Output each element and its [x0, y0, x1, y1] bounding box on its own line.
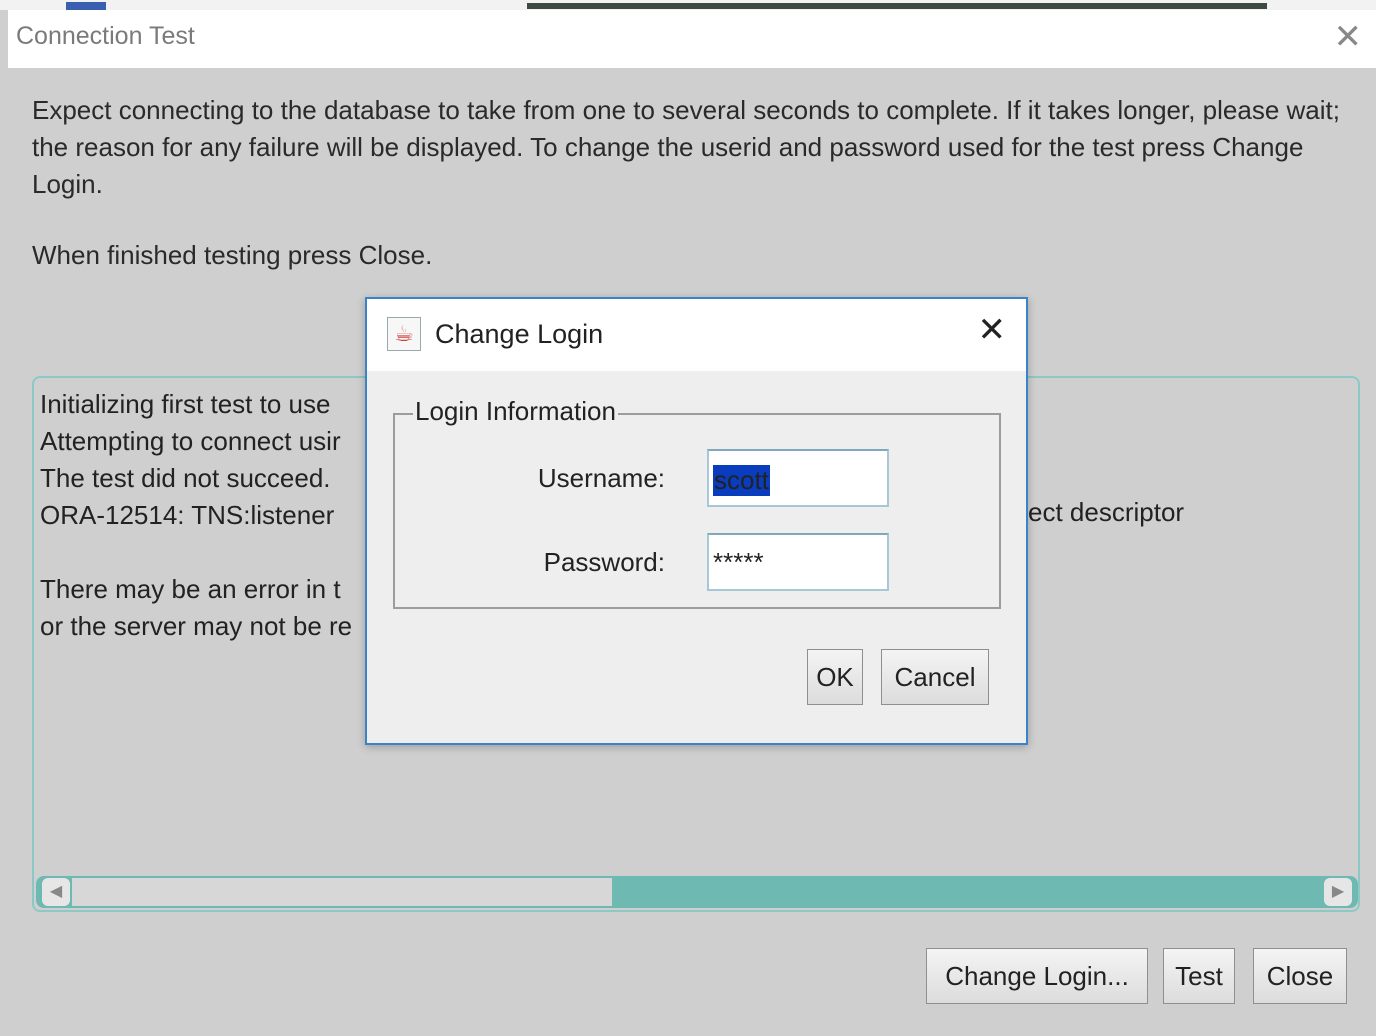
log-line: Attempting to connect usir: [40, 426, 341, 456]
password-value: *****: [713, 547, 764, 577]
dialog-titlebar: ☕ Change Login ✕: [367, 299, 1026, 371]
login-information-group: Login Information Username: scott Passwo…: [393, 396, 1001, 609]
password-field[interactable]: *****: [707, 533, 889, 591]
username-label: Username:: [537, 463, 665, 493]
instructions-close-text: When finished testing press Close.: [32, 240, 433, 270]
log-line: The test did not succeed.: [40, 463, 331, 493]
cancel-button[interactable]: Cancel: [881, 649, 989, 705]
window-close-icon[interactable]: ✕: [1334, 20, 1363, 54]
test-log-text: Initializing first test to use Attemptin…: [40, 386, 352, 645]
log-line: There may be an error in t: [40, 574, 341, 604]
username-value: scott: [713, 465, 770, 496]
test-button[interactable]: Test: [1163, 948, 1235, 1004]
change-login-button[interactable]: Change Login...: [926, 948, 1148, 1004]
log-line: or the server may not be re: [40, 611, 353, 641]
scroll-left-icon[interactable]: ◀: [42, 878, 70, 906]
instructions-text: Expect connecting to the database to tak…: [32, 95, 1340, 199]
close-button[interactable]: Close: [1253, 948, 1347, 1004]
username-field[interactable]: scott: [707, 449, 889, 507]
horizontal-scrollbar[interactable]: ◀ ▶: [36, 876, 1358, 908]
background-window-strip: [0, 0, 1376, 10]
dialog-close-icon[interactable]: ✕: [978, 313, 1007, 347]
window-title: Connection Test: [16, 22, 195, 50]
log-line: Initializing first test to use: [40, 389, 331, 419]
group-label: Login Information: [413, 396, 618, 427]
connection-test-titlebar: Connection Test ✕: [8, 10, 1376, 68]
change-login-dialog: ☕ Change Login ✕ Login Information Usern…: [365, 297, 1028, 745]
scrollbar-thumb[interactable]: [72, 878, 612, 906]
background-window-bar: [527, 3, 1267, 9]
scroll-right-icon[interactable]: ▶: [1324, 878, 1352, 906]
log-line: ORA-12514: TNS:listener: [40, 500, 335, 530]
ok-button[interactable]: OK: [807, 649, 863, 705]
log-line-tail: ect descriptor: [1028, 497, 1185, 527]
background-window-icon: [66, 2, 106, 10]
java-cup-icon: ☕: [387, 317, 421, 351]
password-label: Password:: [543, 547, 665, 577]
dialog-title: Change Login: [435, 319, 604, 349]
